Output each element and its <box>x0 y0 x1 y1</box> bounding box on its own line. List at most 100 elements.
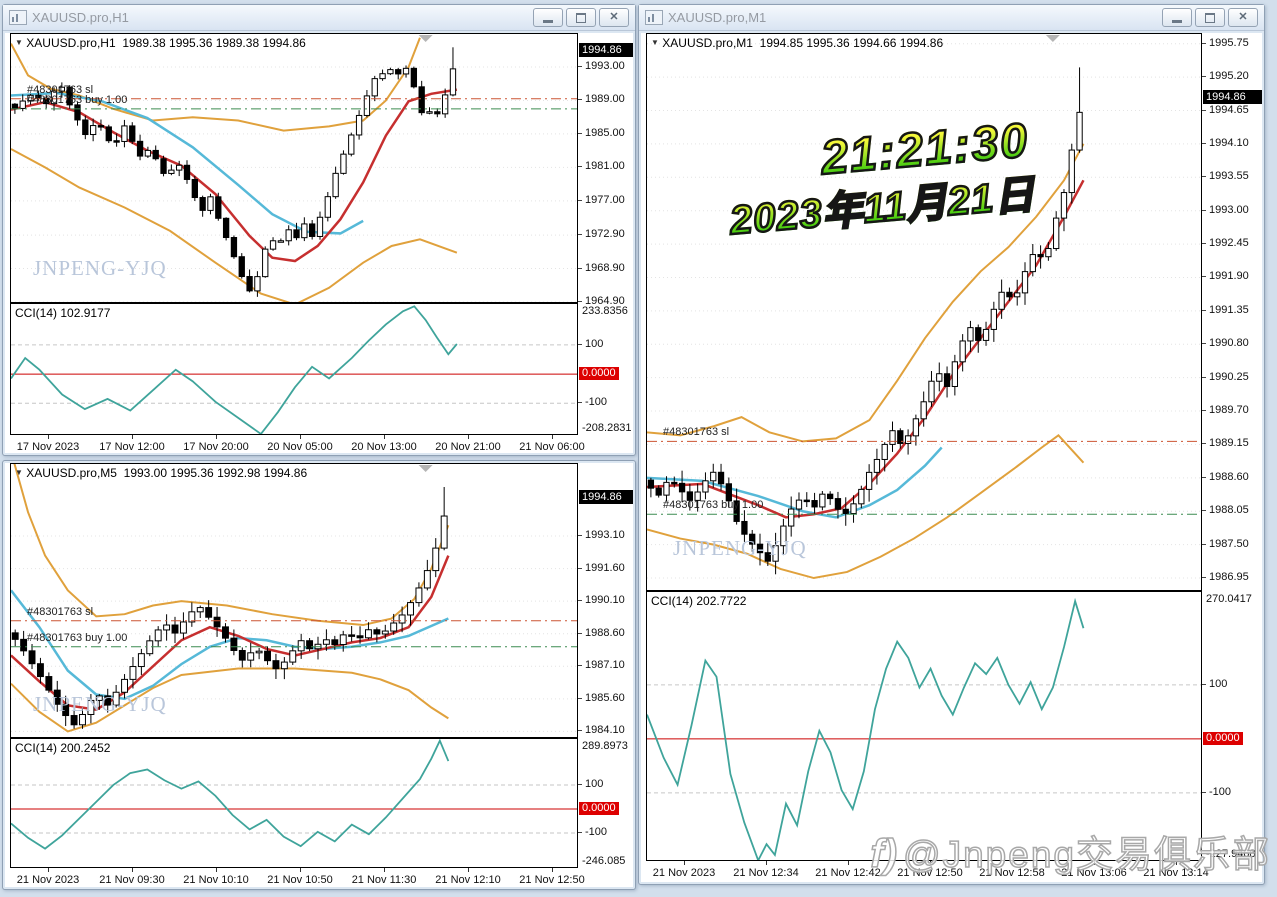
axis-tick <box>684 861 685 865</box>
time-label: 21 Nov 13:14 <box>1143 867 1209 879</box>
axis-tick <box>930 861 931 865</box>
time-axis-m5[interactable]: 21 Nov 2023 21 Nov 09:30 21 Nov 10:10 21 No… <box>10 868 585 887</box>
close-button[interactable]: ✕ <box>1228 8 1258 27</box>
cci-min-label: -246.085 <box>582 855 626 867</box>
scale-tick <box>1202 476 1206 478</box>
cci-min-label: -208.2831 <box>582 422 632 434</box>
axis-tick <box>132 868 133 872</box>
scale-tick <box>1202 683 1206 685</box>
axis-tick <box>848 861 849 865</box>
price-tick-label: 1987.50 <box>1209 537 1249 550</box>
axis-tick <box>468 868 469 872</box>
scale-tick <box>578 199 582 201</box>
price-tick-label: 1989.70 <box>1209 404 1249 417</box>
scale-tick <box>1202 142 1206 144</box>
cci-max-label: 233.8356 <box>582 305 628 317</box>
price-tick-label: 1992.45 <box>1209 237 1249 250</box>
axis-tick <box>1176 861 1177 865</box>
scale-tick <box>578 402 582 404</box>
price-tick-label: 1990.80 <box>1209 337 1249 350</box>
time-label: 21 Nov 12:50 <box>519 874 585 886</box>
price-tick-label: 1990.25 <box>1209 370 1249 383</box>
scale-tick <box>1202 410 1206 412</box>
time-label: 20 Nov 05:00 <box>267 441 333 453</box>
scale-tick <box>578 665 582 667</box>
price-scale-m5[interactable]: 1993.10 1991.60 1990.10 1988.60 1987.10 1985.… <box>578 463 633 887</box>
close-button[interactable]: ✕ <box>599 8 629 27</box>
minimize-button[interactable] <box>1162 8 1192 27</box>
time-label: 21 Nov 06:00 <box>519 441 585 453</box>
time-axis-h1[interactable]: 17 Nov 2023 17 Nov 12:00 17 Nov 20:00 20 No… <box>10 435 585 453</box>
price-tick-label: 1991.35 <box>1209 303 1249 316</box>
chart-client-area: ▼ XAUUSD.pro,M1 1994.85 1995.36 1994.66 … <box>641 33 1262 882</box>
price-scale-h1[interactable]: 1993.00 1989.00 1985.00 1981.00 1977.00 1972.… <box>578 33 633 453</box>
price-tick-label: 1993.55 <box>1209 170 1249 183</box>
price-tick-label: 1993.10 <box>585 529 625 542</box>
cci-max-label: 289.8973 <box>582 740 628 752</box>
price-tick-label: 1981.00 <box>585 160 625 173</box>
restore-button[interactable] <box>566 8 596 27</box>
price-tick-label: 1988.60 <box>585 626 625 639</box>
price-chart-h1[interactable]: ▼ XAUUSD.pro,H1 1989.38 1995.36 1989.38 … <box>10 33 578 303</box>
cci-pane-m1[interactable]: CCI(14) 202.7722 <box>646 591 1202 861</box>
scale-tick <box>1202 543 1206 545</box>
cci-header: CCI(14) 102.9177 <box>15 306 111 320</box>
axis-tick <box>132 435 133 439</box>
scale-tick <box>1202 176 1206 178</box>
time-label: 21 Nov 09:30 <box>99 874 165 886</box>
axis-tick <box>48 435 49 439</box>
window-titlebar-m1[interactable]: XAUUSD.pro,M1 ✕ <box>639 5 1264 31</box>
current-price-label: 1994.86 <box>579 43 633 58</box>
axis-tick <box>384 435 385 439</box>
restore-button[interactable] <box>1195 8 1225 27</box>
chart-header: ▼ XAUUSD.pro,M5 1993.00 1995.36 1992.98 … <box>15 466 308 480</box>
price-tick-label: 1986.95 <box>1209 571 1249 584</box>
scale-tick <box>578 567 582 569</box>
price-scale-m1[interactable]: 1995.75 1995.20 1994.65 1994.10 1993.55 1993.… <box>1202 33 1262 882</box>
scale-tick <box>578 300 582 302</box>
cci-header: CCI(14) 200.2452 <box>15 741 111 755</box>
axis-tick <box>552 435 553 439</box>
price-tick-label: 1985.00 <box>585 126 625 139</box>
price-chart-m5[interactable]: ▼ XAUUSD.pro,M5 1993.00 1995.36 1992.98 … <box>10 463 578 738</box>
price-tick-label: 1991.90 <box>1209 270 1249 283</box>
price-tick-label: 1985.60 <box>585 691 625 704</box>
window-titlebar-h1[interactable]: XAUUSD.pro,H1 ✕ <box>3 5 635 31</box>
chart-watermark: JNPENG-YJQ <box>33 256 167 280</box>
cci-tick-label: 100 <box>585 337 604 350</box>
chart-header: ▼ XAUUSD.pro,H1 1989.38 1995.36 1989.38 … <box>15 36 306 50</box>
time-label: 21 Nov 11:30 <box>351 874 417 886</box>
current-price-label: 1994.86 <box>1203 89 1262 104</box>
cci-pane-h1[interactable]: CCI(14) 102.9177 <box>10 303 578 435</box>
minimize-icon <box>543 19 553 23</box>
chevron-down-icon: ▼ <box>15 38 23 47</box>
scale-tick <box>578 343 582 345</box>
time-label: 21 Nov 12:58 <box>979 867 1045 879</box>
price-chart-m1[interactable]: ▼ XAUUSD.pro,M1 1994.85 1995.36 1994.66 … <box>646 33 1202 591</box>
price-tick-label: 1987.10 <box>585 659 625 672</box>
scale-tick <box>1202 276 1206 278</box>
time-label: 17 Nov 20:00 <box>183 441 249 453</box>
price-tick-label: 1968.90 <box>585 261 625 274</box>
time-label: 21 Nov 12:50 <box>897 867 963 879</box>
chart-window-m1: XAUUSD.pro,M1 ✕ ▼ XAUUSD.pro,M1 1994.85 … <box>638 4 1265 885</box>
close-icon: ✕ <box>1238 11 1248 23</box>
scale-tick <box>578 99 582 101</box>
price-tick-label: 1988.05 <box>1209 504 1249 517</box>
price-tick-label: 1993.00 <box>585 60 625 73</box>
cci-max-label: 270.0417 <box>1206 593 1252 605</box>
cci-tick-label: 100 <box>585 778 604 791</box>
cci-pane-m5[interactable]: CCI(14) 200.2452 <box>10 738 578 868</box>
scale-tick <box>1202 343 1206 345</box>
cci-tick-label: -100 <box>585 826 608 839</box>
time-axis-m1[interactable]: 21 Nov 2023 21 Nov 12:34 21 Nov 12:42 21 No… <box>646 861 1209 882</box>
scale-tick <box>578 166 582 168</box>
order-buy-label: #48301763 buy 1.00 <box>27 631 128 644</box>
close-icon: ✕ <box>609 11 619 23</box>
time-label: 21 Nov 13:06 <box>1061 867 1127 879</box>
axis-tick <box>48 868 49 872</box>
time-label: 21 Nov 2023 <box>16 874 80 886</box>
axis-tick <box>1094 861 1095 865</box>
minimize-button[interactable] <box>533 8 563 27</box>
cci-header: CCI(14) 202.7722 <box>651 594 747 608</box>
